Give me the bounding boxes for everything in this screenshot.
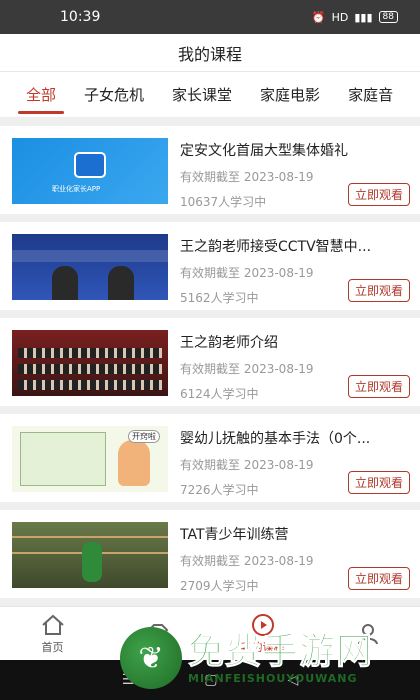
alarm-icon: ⏰: [311, 10, 326, 24]
signal-icon: ▮▮▮: [354, 10, 373, 24]
nav-home-label: 首页: [41, 640, 64, 654]
course-title[interactable]: 王之韵老师介绍: [180, 332, 410, 352]
watch-now-button[interactable]: 立即观看: [347, 375, 410, 398]
app-logo-icon: [74, 152, 106, 178]
network-label: HD: [331, 10, 349, 24]
course-title[interactable]: 定安文化首届大型集体婚礼: [180, 140, 410, 160]
nav-my-courses[interactable]: 我的课程: [210, 607, 315, 660]
page-title: 我的课程: [177, 44, 242, 64]
status-time: 10:39: [60, 9, 101, 25]
thumb-bubble: 开窍啦: [128, 430, 160, 443]
watch-now-button[interactable]: 立即观看: [347, 567, 410, 590]
thumb-person: [108, 266, 134, 300]
page-header: 我的课程: [0, 34, 420, 72]
category-tabs: 全部 子女危机 家长课堂 家庭电影 家庭音: [0, 72, 420, 118]
status-icons: ⏰ HD ▮▮▮ 88: [312, 11, 398, 24]
bottom-nav: 首页 我的课程: [0, 606, 420, 660]
tab-family-movie[interactable]: 家庭电影: [246, 72, 334, 117]
diamond-icon: [145, 622, 171, 646]
watch-now-button[interactable]: 立即观看: [347, 183, 410, 206]
thumb-person: [52, 266, 78, 300]
watch-now-button[interactable]: 立即观看: [347, 279, 410, 302]
nav-profile[interactable]: [315, 607, 420, 660]
course-title[interactable]: TAT青少年训练营: [180, 524, 410, 544]
course-thumbnail[interactable]: [12, 234, 168, 300]
course-title[interactable]: 王之韵老师接受CCTV智慧中...: [180, 236, 410, 256]
course-title[interactable]: 婴幼儿抚触的基本手法（0个...: [180, 428, 410, 448]
tab-child-crisis[interactable]: 子女危机: [70, 72, 158, 117]
thumb-caption: 职业化家长APP: [52, 185, 101, 193]
nav-my-courses-label: 我的课程: [240, 640, 285, 654]
course-thumbnail[interactable]: [12, 330, 168, 396]
back-icon[interactable]: ◁: [288, 672, 299, 688]
course-card[interactable]: 职业化家长APP 定安文化首届大型集体婚礼 有效期截至 2023-08-19 1…: [0, 126, 420, 214]
thumb-child: [82, 542, 102, 582]
thumb-board: [20, 432, 106, 486]
course-card[interactable]: 王之韵老师接受CCTV智慧中... 有效期截至 2023-08-19 5162人…: [0, 222, 420, 310]
thumb-crowd: [18, 380, 162, 390]
course-thumbnail[interactable]: 开窍啦: [12, 426, 168, 492]
thumb-crowd: [18, 348, 162, 358]
nav-vip[interactable]: [105, 607, 210, 660]
thumb-banner: [12, 250, 168, 262]
thumb-rope: [12, 536, 168, 538]
course-list: 职业化家长APP 定安文化首届大型集体婚礼 有效期截至 2023-08-19 1…: [0, 118, 420, 598]
status-bar: 10:39 ⏰ HD ▮▮▮ 88: [0, 0, 420, 34]
course-card[interactable]: TAT青少年训练营 有效期截至 2023-08-19 2709人学习中 立即观看: [0, 510, 420, 598]
tab-parent-class[interactable]: 家长课堂: [158, 72, 246, 117]
tab-family-music[interactable]: 家庭音: [334, 72, 407, 117]
user-icon: [355, 622, 381, 646]
home-icon: [40, 613, 66, 637]
course-thumbnail[interactable]: 职业化家长APP: [12, 138, 168, 204]
course-card[interactable]: 开窍啦 婴幼儿抚触的基本手法（0个... 有效期截至 2023-08-19 72…: [0, 414, 420, 502]
tab-all[interactable]: 全部: [12, 72, 70, 117]
watch-now-button[interactable]: 立即观看: [347, 471, 410, 494]
home-square-icon[interactable]: ▢: [204, 672, 217, 688]
nav-home[interactable]: 首页: [0, 607, 105, 660]
system-nav-bar: ☰ ▢ ◁: [0, 660, 420, 700]
course-card[interactable]: 王之韵老师介绍 有效期截至 2023-08-19 6124人学习中 立即观看: [0, 318, 420, 406]
thumb-cartoon: [118, 440, 150, 486]
thumb-crowd: [18, 364, 162, 374]
play-circle-icon: [250, 613, 276, 637]
menu-icon[interactable]: ☰: [122, 672, 135, 688]
battery-icon: 88: [378, 11, 398, 23]
course-thumbnail[interactable]: [12, 522, 168, 588]
